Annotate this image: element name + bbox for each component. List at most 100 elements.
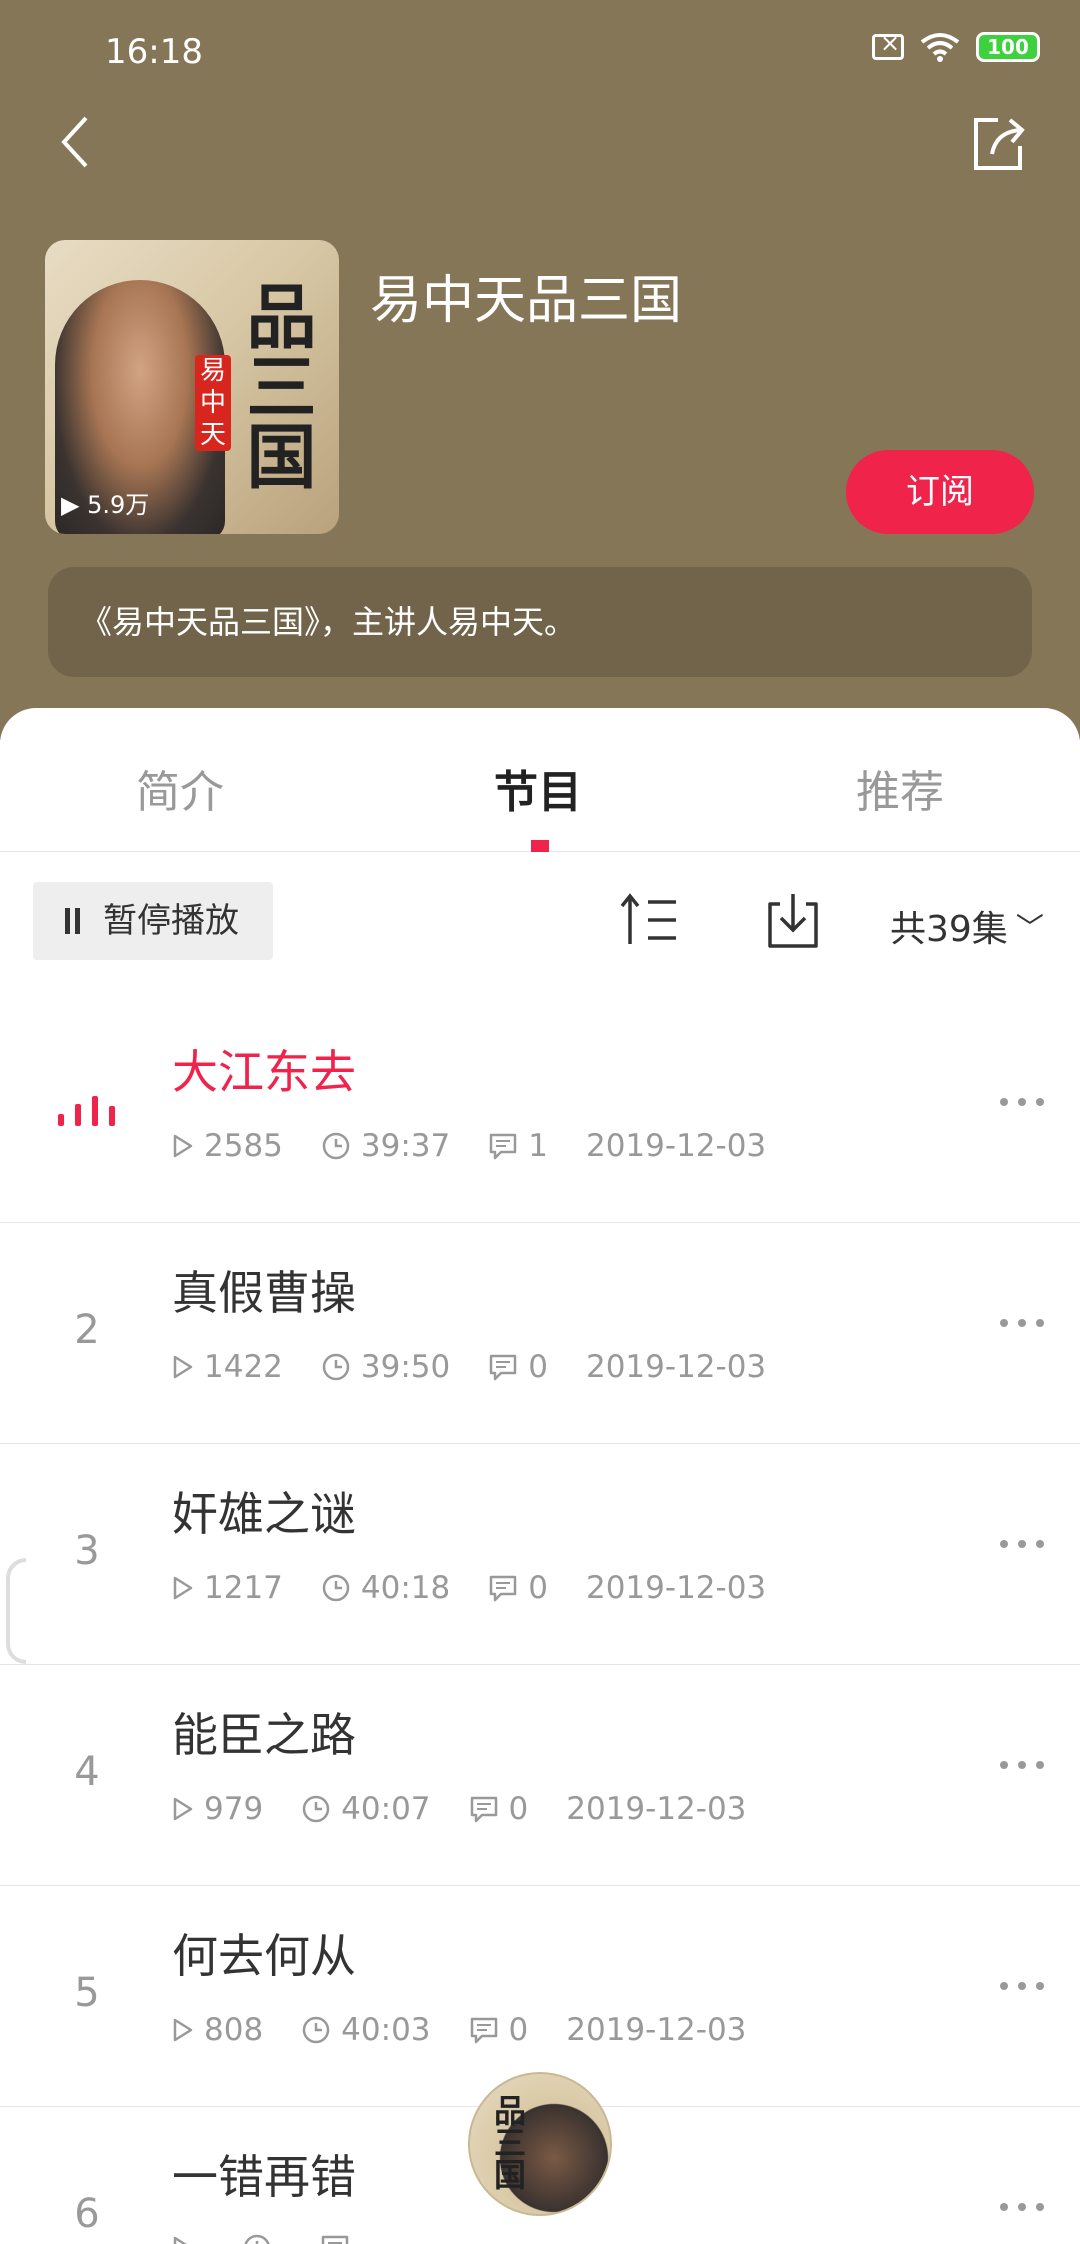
tab-recommend[interactable]: 推荐 (856, 756, 944, 820)
episode-meta: 2585 39:37 1 2019-12-03 (172, 1128, 804, 1164)
wifi-icon (920, 33, 960, 62)
floating-player-cover[interactable]: 品三国 (468, 2072, 612, 2216)
duration-icon (322, 1574, 350, 1602)
episode-index: 2 (74, 1307, 100, 1353)
episode-title: 真假曹操 (172, 1266, 356, 1320)
pause-playback-button[interactable]: 暂停播放 (33, 882, 273, 960)
album-description[interactable]: 《易中天品三国》，主讲人易中天。 (48, 567, 1032, 677)
episode-index: 6 (74, 2191, 100, 2237)
comment-icon (470, 2017, 497, 2044)
episode-title: 何去何从 (172, 1929, 356, 1983)
duration-icon (302, 1795, 330, 1823)
episode-duration: 40:03 (341, 2012, 431, 2048)
album-cover[interactable]: 品三国 易中天 ▶ 5.9万 (45, 240, 339, 534)
tab-bar: 简介 节目 推荐 (0, 708, 1080, 852)
episode-date: 2019-12-03 (566, 2012, 747, 2048)
episode-comments: 1 (528, 1128, 548, 1164)
episode-plays: 1422 (204, 1349, 283, 1385)
comment-icon (490, 1575, 517, 1602)
episode-date: 2019-12-03 (566, 1791, 747, 1827)
episode-row[interactable]: 大江东去 2585 39:37 1 2019-12-03 (0, 1002, 1080, 1223)
episode-meta: 808 40:03 0 2019-12-03 (172, 2012, 784, 2048)
episode-date: 2019-12-03 (585, 1349, 767, 1385)
episode-comments: 0 (528, 1570, 548, 1606)
now-playing-icon (58, 1092, 116, 1126)
episode-duration: 39:50 (360, 1349, 451, 1385)
comment-icon (470, 1796, 497, 1823)
comment-icon (490, 1133, 517, 1160)
cover-calligraphy: 品三国 (235, 280, 317, 490)
edge-swipe-handle[interactable] (6, 1558, 26, 1664)
status-bar: 16:18 100 (0, 28, 1080, 78)
play-count-icon (173, 1134, 193, 1158)
more-options-icon[interactable] (1000, 1982, 1046, 1992)
back-icon[interactable] (56, 112, 96, 172)
cover-stamp: 易中天 (195, 355, 231, 451)
comment-icon (490, 1354, 517, 1381)
duration-icon (322, 1132, 350, 1160)
program-toolbar: 暂停播放 共39集 ﹀ (0, 882, 1080, 962)
episode-index: 3 (74, 1528, 100, 1574)
album-header: 16:18 100 品三国 易中天 ▶ 5.9万 易中天品三国 订阅 《易中天品… (0, 0, 1080, 740)
play-count-icon (173, 1576, 193, 1600)
episode-meta: 1217 40:18 0 2019-12-03 (172, 1570, 804, 1606)
battery-icon: 100 (976, 32, 1040, 62)
play-count-icon (173, 1355, 193, 1379)
chevron-down-icon: ﹀ (1015, 911, 1044, 944)
episode-meta: 979 40:07 0 2019-12-03 (172, 1791, 784, 1827)
share-icon[interactable] (968, 114, 1028, 174)
pause-playback-label: 暂停播放 (103, 901, 239, 941)
play-count-icon (173, 2018, 193, 2042)
episode-row[interactable]: 3 奸雄之谜 1217 40:18 0 2019-12-03 (0, 1444, 1080, 1665)
episode-meta (172, 2233, 436, 2244)
episode-title: 一错再错 (172, 2150, 356, 2204)
subscribe-button[interactable]: 订阅 (846, 450, 1034, 534)
duration-icon (244, 2234, 270, 2244)
content-sheet: 简介 节目 推荐 暂停播放 共39集 ﹀ 大江东去 2585 39:37 1 2019-1… (0, 708, 1080, 2244)
episode-index: 4 (74, 1749, 100, 1795)
comment-icon (321, 2235, 349, 2244)
episode-comments: 0 (528, 1349, 548, 1385)
album-title: 易中天品三国 (370, 271, 683, 331)
episode-title: 能臣之路 (172, 1708, 356, 1762)
episode-plays: 1217 (204, 1570, 283, 1606)
more-options-icon[interactable] (1000, 2203, 1046, 2213)
episode-duration: 40:18 (360, 1570, 451, 1606)
more-options-icon[interactable] (1000, 1540, 1046, 1550)
tab-programs[interactable]: 节目 (494, 756, 582, 820)
more-options-icon[interactable] (1000, 1319, 1046, 1329)
tab-intro[interactable]: 简介 (136, 756, 224, 820)
duration-icon (302, 2016, 330, 2044)
episode-index: 5 (74, 1970, 100, 2016)
episode-row[interactable]: 4 能臣之路 979 40:07 0 2019-12-03 (0, 1665, 1080, 1886)
more-options-icon[interactable] (1000, 1761, 1046, 1771)
pause-icon (63, 908, 83, 934)
tab-indicator (531, 840, 549, 852)
episode-title: 奸雄之谜 (172, 1487, 356, 1541)
play-count-icon (173, 2236, 187, 2244)
episode-meta: 1422 39:50 0 2019-12-03 (172, 1349, 804, 1385)
no-sim-icon (872, 29, 904, 60)
episode-comments: 0 (508, 1791, 529, 1827)
episode-duration: 40:07 (341, 1791, 431, 1827)
episode-list: 大江东去 2585 39:37 1 2019-12-03 2 真假曹操 1422 39:50 0 2… (0, 1002, 1080, 2244)
download-icon[interactable] (764, 890, 822, 950)
episode-count-selector[interactable]: 共39集 ﹀ (890, 900, 1044, 952)
more-options-icon[interactable] (1000, 1098, 1046, 1108)
episode-date: 2019-12-03 (585, 1128, 767, 1164)
floating-player-calligraphy: 品三国 (489, 2094, 527, 2190)
episode-plays: 2585 (204, 1128, 283, 1164)
status-time: 16:18 (105, 32, 203, 72)
episode-row[interactable]: 2 真假曹操 1422 39:50 0 2019-12-03 (0, 1223, 1080, 1444)
play-count-icon (173, 1797, 193, 1821)
duration-icon (322, 1353, 350, 1381)
sort-order-icon[interactable] (620, 892, 680, 948)
album-play-count: ▶ 5.9万 (61, 491, 150, 519)
episode-plays: 979 (204, 1791, 264, 1827)
episode-title: 大江东去 (172, 1045, 356, 1099)
episode-duration: 39:37 (360, 1128, 451, 1164)
episode-comments: 0 (508, 2012, 529, 2048)
episode-plays: 808 (204, 2012, 264, 2048)
episode-count: 共39集 (890, 909, 1008, 950)
episode-date: 2019-12-03 (585, 1570, 767, 1606)
